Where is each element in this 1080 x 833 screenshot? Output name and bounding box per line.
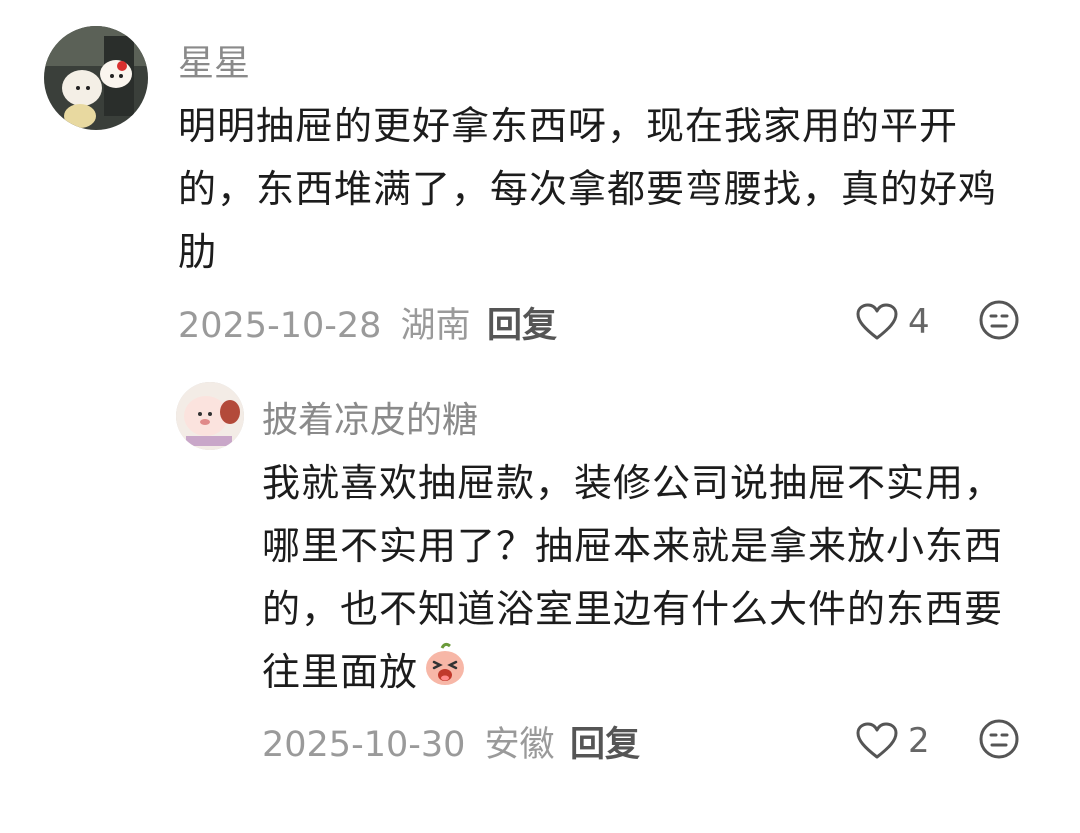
reply-comment: 披着凉皮的糖 我就喜欢抽屉款，装修公司说抽屉不实用，哪里不实用了？抽屉本来就是拿… (0, 360, 1080, 800)
username[interactable]: 星星 (178, 34, 250, 86)
comment-date-value: 2025-10-28 (178, 306, 382, 346)
like-button[interactable]: 2 (856, 716, 930, 766)
avatar[interactable] (44, 26, 148, 130)
avatar-image (44, 26, 148, 130)
comment-location: 安徽 (484, 725, 555, 765)
smiley-face-icon[interactable] (978, 718, 1020, 769)
like-button[interactable]: 4 (856, 297, 930, 347)
comment-text: 我就喜欢抽屉款，装修公司说抽屉不实用，哪里不实用了？抽屉本来就是拿来放小东西的，… (262, 452, 1032, 707)
comment-location: 湖南 (400, 306, 471, 346)
heart-outline-icon (856, 303, 898, 341)
comment: 星星 明明抽屉的更好拿东西呀，现在我家用的平开的，东西堆满了，每次拿都要弯腰找，… (0, 0, 1080, 350)
comment-date-value: 2025-10-30 (262, 725, 466, 765)
like-count: 4 (908, 302, 930, 342)
avatar-image (176, 382, 244, 450)
comment-meta: 2025-10-30 安徽 回复 2 (0, 716, 1080, 766)
username[interactable]: 披着凉皮的糖 (262, 391, 478, 443)
avatar[interactable] (176, 382, 244, 450)
laughing-peach-emoji-icon (422, 642, 468, 707)
heart-outline-icon (856, 722, 898, 760)
comment-meta: 2025-10-28 湖南 回复 4 (0, 297, 1080, 347)
reply-button[interactable]: 回复 (570, 716, 640, 767)
comment-date: 2025-10-28 湖南 (178, 297, 471, 348)
comment-text-content: 我就喜欢抽屉款，装修公司说抽屉不实用，哪里不实用了？抽屉本来就是拿来放小东西的，… (262, 461, 1004, 694)
smiley-face-icon[interactable] (978, 299, 1020, 350)
comment-date: 2025-10-30 安徽 (262, 716, 555, 767)
reply-button[interactable]: 回复 (487, 297, 557, 348)
comment-text: 明明抽屉的更好拿东西呀，现在我家用的平开的，东西堆满了，每次拿都要弯腰找，真的好… (178, 104, 998, 274)
like-count: 2 (908, 721, 930, 761)
